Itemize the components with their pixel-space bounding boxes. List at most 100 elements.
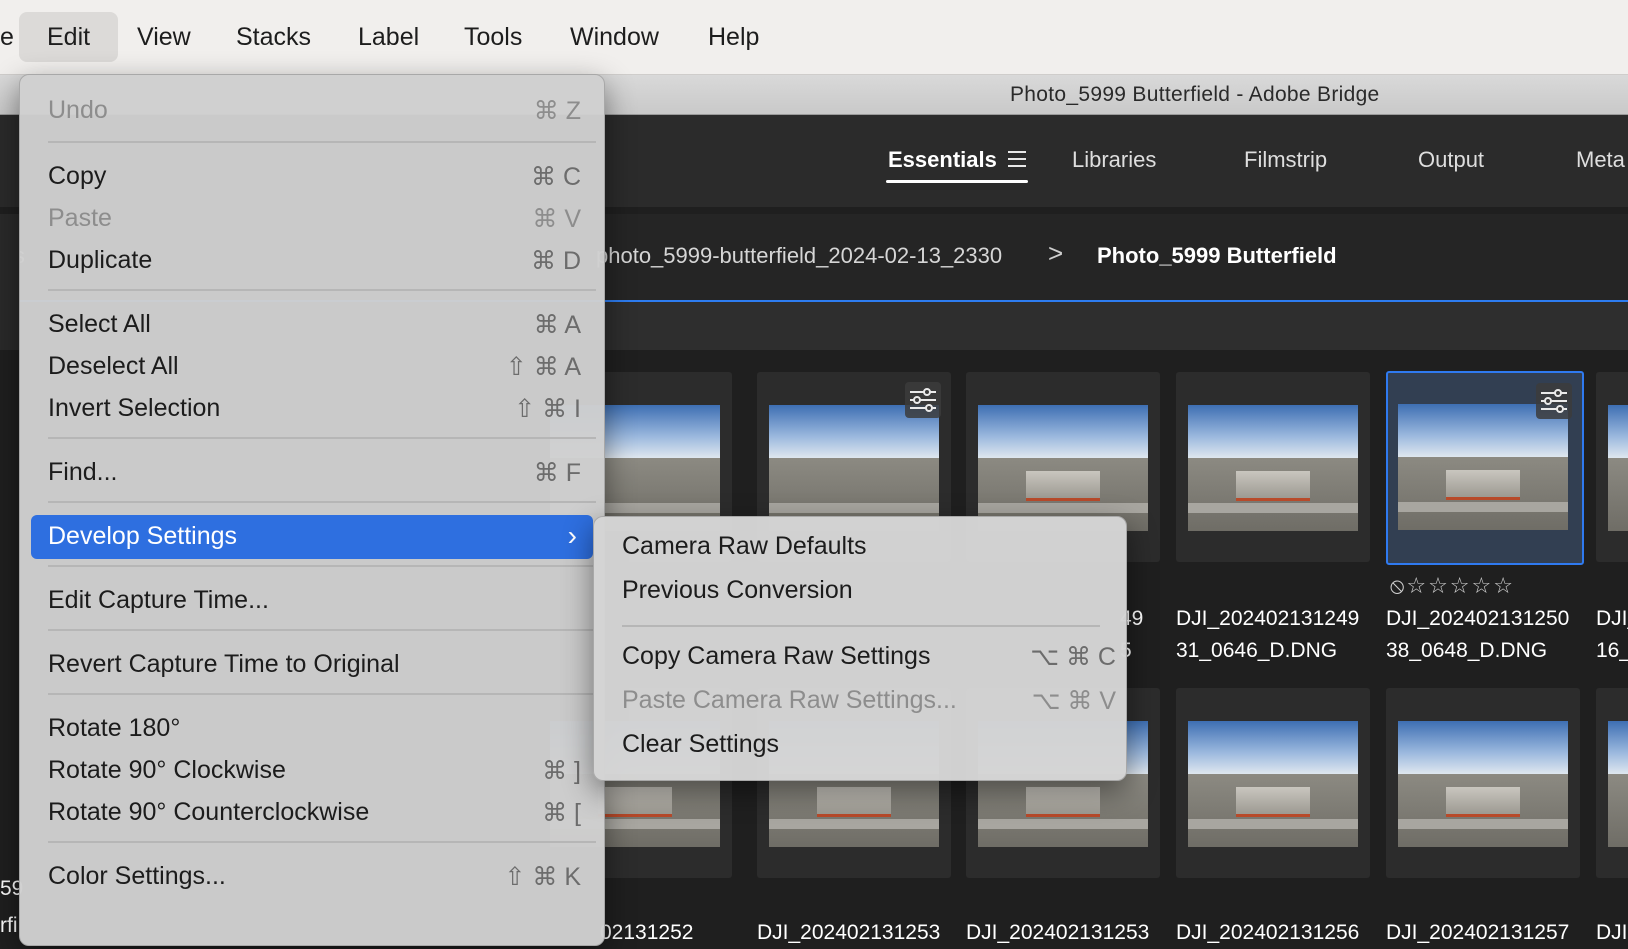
hamburger-menu-icon[interactable] <box>1008 151 1026 172</box>
breadcrumb-parent-folder[interactable]: photo_5999-butterfield_2024-02-13_2330 <box>596 243 1002 269</box>
left-panel-clipped-text: rfi <box>0 914 18 937</box>
submenu-item-clear-settings[interactable]: Clear Settings <box>622 730 1116 770</box>
photo-thumbnail[interactable] <box>1398 721 1568 847</box>
menu-item-undo[interactable]: Undo ⌘ Z <box>31 89 593 133</box>
shortcut-label: ⌘ A <box>533 311 581 339</box>
photo-thumbnail[interactable] <box>1188 405 1358 531</box>
shortcut-label: ⌘ V <box>532 205 581 233</box>
active-workspace-indicator <box>886 180 1028 183</box>
thumbnail-cell[interactable] <box>1596 688 1628 878</box>
menu-item-develop-settings[interactable]: Develop Settings › <box>31 515 593 559</box>
shortcut-label: ⌘ F <box>533 459 581 487</box>
breadcrumb-separator: > <box>1048 238 1064 268</box>
menu-item-label: Previous Conversion <box>622 576 853 604</box>
workspace-output[interactable]: Output <box>1418 147 1484 173</box>
file-name-caption: 38_0648_D.DNG <box>1386 639 1548 662</box>
workspace-filmstrip[interactable]: Filmstrip <box>1244 147 1327 173</box>
submenu-chevron-right-icon: › <box>567 520 577 551</box>
photo-thumbnail[interactable] <box>1398 404 1568 530</box>
menu-item-revert-capture-time[interactable]: Revert Capture Time to Original <box>31 643 593 687</box>
photo-thumbnail[interactable] <box>978 405 1148 531</box>
submenu-item-copy-camera-raw-settings[interactable]: Copy Camera Raw Settings ⌥ ⌘ C <box>622 642 1116 682</box>
shortcut-label: ⌘ C <box>531 163 581 191</box>
shortcut-label: ⇧ ⌘ K <box>504 863 581 891</box>
menu-item-label: Find... <box>48 458 118 486</box>
workspace-essentials[interactable]: Essentials <box>888 147 997 173</box>
menu-item-label: Edit Capture Time... <box>48 586 269 614</box>
shortcut-label: ⌘ D <box>531 247 581 275</box>
menu-item-label: Duplicate <box>48 246 153 274</box>
menu-item-select-all[interactable]: Select All ⌘ A <box>31 303 593 347</box>
menu-bar: e Edit View Stacks Label Tools Window He… <box>0 0 1628 75</box>
file-name-caption: 31_0646_D.DNG <box>1176 639 1338 662</box>
menu-separator <box>48 841 596 843</box>
menu-item-color-settings[interactable]: Color Settings... ⇧ ⌘ K <box>31 855 593 899</box>
menu-item-label: Color Settings... <box>48 862 226 890</box>
shortcut-label: ⌥ ⌘ C <box>1030 643 1116 671</box>
menu-item-invert-selection[interactable]: Invert Selection ⇧ ⌘ I <box>31 387 593 431</box>
menu-item-duplicate[interactable]: Duplicate ⌘ D <box>31 239 593 283</box>
menu-edit[interactable]: Edit <box>19 12 119 62</box>
thumbnail-cell-selected[interactable] <box>1386 371 1584 565</box>
breadcrumb-current-folder[interactable]: Photo_5999 Butterfield <box>1097 243 1337 269</box>
shortcut-label: ⌥ ⌘ V <box>1031 687 1116 715</box>
menu-item-label: Deselect All <box>48 352 179 380</box>
menu-item-rotate-90-clockwise[interactable]: Rotate 90° Clockwise ⌘ ] <box>31 749 593 793</box>
menu-item-label: Rotate 90° Counterclockwise <box>48 798 370 826</box>
menu-separator <box>48 141 596 143</box>
clipped-caption-line1: DJI_ <box>1596 607 1628 630</box>
file-name-caption: DJI_202402131250 <box>1386 607 1570 630</box>
shortcut-label: ⌘ ] <box>542 757 581 785</box>
thumbnail-cell[interactable] <box>1386 688 1580 878</box>
photo-thumbnail[interactable] <box>1608 721 1628 847</box>
menu-item-label: Paste Camera Raw Settings... <box>622 686 957 714</box>
workspace-metadata[interactable]: Meta <box>1576 147 1625 173</box>
menu-item-label: Select All <box>48 310 151 338</box>
menu-separator <box>48 629 596 631</box>
menu-window[interactable]: Window <box>542 12 687 62</box>
menu-item-edit-capture-time[interactable]: Edit Capture Time... <box>31 579 593 623</box>
menu-item-copy[interactable]: Copy ⌘ C <box>31 155 593 199</box>
photo-thumbnail[interactable] <box>769 405 939 531</box>
star-rating[interactable]: ⦸☆☆☆☆☆ <box>1390 573 1515 599</box>
menu-separator <box>48 501 596 503</box>
shortcut-label: ⇧ ⌘ I <box>514 395 581 423</box>
menu-item-find[interactable]: Find... ⌘ F <box>31 451 593 495</box>
develop-settings-submenu: Camera Raw Defaults Previous Conversion … <box>593 516 1127 781</box>
menu-item-label: Clear Settings <box>622 730 780 758</box>
menu-help[interactable]: Help <box>680 12 787 62</box>
thumbnail-cell[interactable] <box>1176 688 1370 878</box>
menu-item-deselect-all[interactable]: Deselect All ⇧ ⌘ A <box>31 345 593 389</box>
thumbnail-cell[interactable] <box>1176 372 1370 562</box>
menu-item-paste[interactable]: Paste ⌘ V <box>31 197 593 241</box>
menu-item-label: Copy <box>48 162 107 190</box>
menu-label[interactable]: Label <box>330 12 447 62</box>
file-name-caption: DJI_202402131256 <box>1176 921 1360 944</box>
window-title: Photo_5999 Butterfield - Adobe Bridge <box>1010 83 1380 106</box>
submenu-item-paste-camera-raw-settings[interactable]: Paste Camera Raw Settings... ⌥ ⌘ V <box>622 686 1116 726</box>
menu-view[interactable]: View <box>109 12 219 62</box>
file-name-caption: DJI_202402131257 <box>1386 921 1570 944</box>
develop-settings-icon <box>1536 383 1572 419</box>
submenu-item-previous-conversion[interactable]: Previous Conversion <box>622 576 1116 616</box>
thumbnail-cell[interactable] <box>1596 372 1628 562</box>
workspace-libraries[interactable]: Libraries <box>1072 147 1156 173</box>
menu-item-label: Rotate 90° Clockwise <box>48 756 286 784</box>
file-name-caption: DJI_202402131249 <box>1176 607 1360 630</box>
menu-tools[interactable]: Tools <box>436 12 550 62</box>
file-name-caption: 02131252 <box>600 921 694 944</box>
menu-item-label: Rotate 180° <box>48 714 181 742</box>
menu-separator <box>622 625 1100 627</box>
menu-separator <box>48 565 596 567</box>
photo-thumbnail[interactable] <box>1608 405 1628 531</box>
file-name-caption: DJI_202402131253 <box>757 921 941 944</box>
shortcut-label: ⌘ Z <box>533 97 581 125</box>
menu-item-rotate-90-counterclockwise[interactable]: Rotate 90° Counterclockwise ⌘ [ <box>31 791 593 835</box>
edit-menu: Undo ⌘ Z Copy ⌘ C Paste ⌘ V Duplicate ⌘ … <box>19 74 605 946</box>
menu-item-label: Revert Capture Time to Original <box>48 650 400 678</box>
menu-stacks[interactable]: Stacks <box>208 12 339 62</box>
photo-thumbnail[interactable] <box>1188 721 1358 847</box>
submenu-item-camera-raw-defaults[interactable]: Camera Raw Defaults <box>622 532 1116 572</box>
menu-item-rotate-180[interactable]: Rotate 180° <box>31 707 593 751</box>
file-name-caption: DJI <box>1596 921 1628 944</box>
